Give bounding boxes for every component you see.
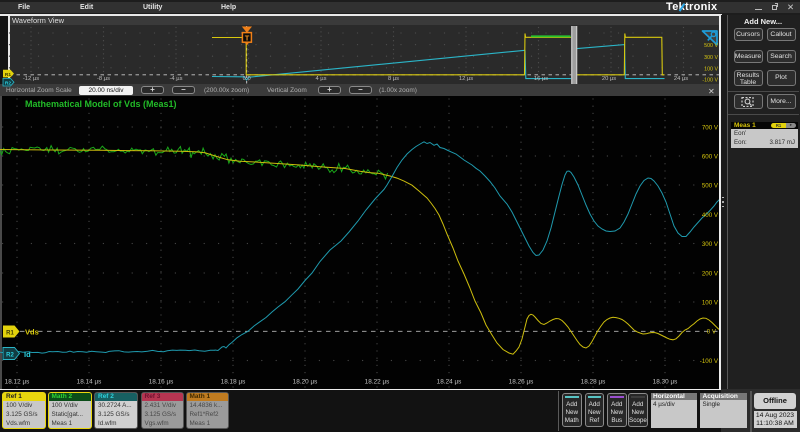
svg-text:100 V: 100 V [704,67,718,73]
svg-text:100 V: 100 V [702,299,719,306]
svg-text:0 V: 0 V [707,329,717,336]
svg-text:-8 µs: -8 µs [97,76,110,82]
svg-text:20 µs: 20 µs [602,76,616,82]
svg-text:-100 V: -100 V [702,78,718,84]
svg-text:18.24 µs: 18.24 µs [437,379,462,386]
svg-text:600 V: 600 V [702,153,719,160]
svg-text:R1: R1 [5,72,11,78]
svg-text:300 V: 300 V [704,55,718,61]
svg-text:18.20 µs: 18.20 µs [293,379,318,386]
svg-text:18.16 µs: 18.16 µs [149,379,174,386]
svg-text:200 V: 200 V [702,270,719,277]
svg-text:300 V: 300 V [702,241,719,248]
svg-text:-100 V: -100 V [700,358,719,365]
svg-text:500 V: 500 V [704,43,718,49]
svg-text:12 µs: 12 µs [459,76,473,82]
svg-text:24 µs: 24 µs [674,76,688,82]
svg-text:18.22 µs: 18.22 µs [365,379,390,386]
svg-text:8 µs: 8 µs [388,76,399,82]
svg-text:0.0: 0.0 [243,76,251,82]
svg-text:16 µs: 16 µs [534,76,548,82]
svg-text:R1: R1 [6,331,14,337]
svg-text:Vds: Vds [25,328,39,337]
svg-text:Id: Id [24,350,31,359]
svg-text:400 V: 400 V [702,212,719,219]
svg-text:18.26 µs: 18.26 µs [509,379,534,386]
svg-text:R2: R2 [6,353,14,359]
svg-text:4 µs: 4 µs [315,76,326,82]
svg-text:18.30 µs: 18.30 µs [653,379,678,386]
svg-text:18.12 µs: 18.12 µs [5,379,30,386]
svg-text:18.18 µs: 18.18 µs [221,379,246,386]
svg-text:-12 µs: -12 µs [23,76,39,82]
svg-text:700 V: 700 V [702,124,719,131]
svg-text:18.14 µs: 18.14 µs [77,379,102,386]
svg-text:500 V: 500 V [702,182,719,189]
svg-text:18.28 µs: 18.28 µs [581,379,606,386]
svg-text:R2: R2 [5,80,11,86]
svg-text:T: T [245,34,250,43]
svg-text:-4 µs: -4 µs [169,76,182,82]
